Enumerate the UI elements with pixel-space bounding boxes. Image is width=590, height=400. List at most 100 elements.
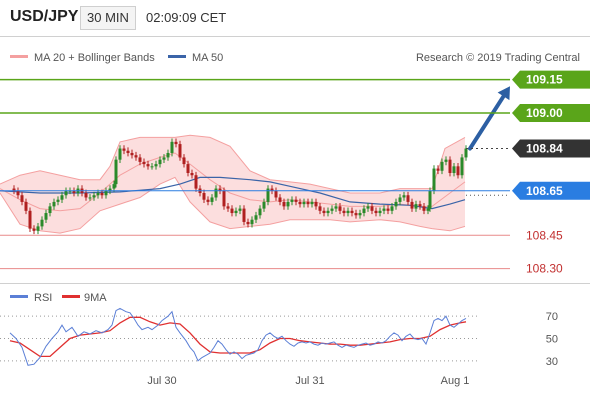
candle-body: [402, 195, 406, 198]
candle-body: [278, 197, 282, 202]
candle-body: [302, 201, 306, 205]
candle-body: [254, 215, 258, 220]
candle-body: [126, 150, 130, 153]
rsi-ma-legend-swatch: [62, 295, 80, 298]
candle-body: [182, 157, 186, 165]
candle-body: [40, 219, 44, 227]
candle-body: [398, 197, 402, 202]
candle-body: [432, 168, 436, 191]
level-label-108-30: 108.30: [526, 262, 563, 276]
candle-body: [386, 208, 390, 211]
candle-body: [346, 210, 350, 214]
candle-body: [96, 193, 100, 196]
candle-body: [362, 208, 366, 214]
candle-body: [464, 148, 468, 158]
candle-body: [100, 193, 104, 196]
candle-body: [290, 199, 294, 202]
ma50-legend-swatch: [168, 55, 186, 58]
candle-body: [154, 164, 158, 167]
candle-body: [28, 210, 32, 229]
level-tag-109-00: 109.00: [512, 103, 590, 122]
candle-body: [370, 206, 374, 211]
candle-body: [84, 193, 88, 198]
candle-body: [314, 201, 318, 207]
candle-body: [358, 213, 362, 216]
candle-body: [282, 201, 286, 207]
candle-body: [24, 201, 28, 211]
candle-body: [214, 188, 218, 198]
candle-body: [16, 190, 20, 196]
candle-body: [378, 210, 382, 214]
candle-body: [306, 201, 310, 205]
candle-body: [422, 206, 426, 211]
candle-body: [338, 206, 342, 211]
candle-body: [226, 206, 230, 209]
candle-body: [186, 164, 190, 173]
candle-body: [92, 195, 96, 198]
candle-body: [194, 175, 198, 189]
candle-body: [436, 168, 440, 171]
candle-body: [354, 213, 358, 216]
candle-body: [440, 161, 444, 171]
candle-body: [222, 190, 226, 207]
candle-body: [366, 206, 370, 209]
candle-body: [134, 155, 138, 158]
candle-body: [230, 208, 234, 214]
candle-body: [158, 159, 162, 165]
candle-body: [44, 213, 48, 220]
candle-body: [298, 201, 302, 205]
candle-body: [426, 208, 430, 211]
candle-body: [246, 221, 250, 225]
candle-body: [350, 210, 354, 214]
candle-body: [64, 190, 68, 196]
candle-body: [250, 219, 254, 225]
candle-body: [286, 201, 290, 207]
candle-body: [318, 206, 322, 211]
level-tag-text: 109.15: [526, 73, 563, 87]
candle-body: [56, 199, 60, 202]
candle-body: [382, 208, 386, 211]
candle-body: [428, 190, 432, 209]
rsi-ma-legend-label: 9MA: [84, 292, 107, 304]
level-tag-text: 108.65: [526, 184, 563, 198]
candle-body: [32, 228, 36, 231]
candle-body: [104, 190, 108, 196]
candle-body: [444, 159, 448, 162]
rsi-legend-swatch: [10, 295, 28, 298]
candle-body: [390, 206, 394, 211]
candle-body: [206, 199, 210, 202]
rsi-legend: RSI 9MA: [10, 292, 107, 304]
price-chart: MA 20 + Bollinger Bands MA 50 Research ©…: [0, 36, 590, 387]
candle-body: [234, 210, 238, 214]
candle-body: [262, 201, 266, 209]
price-plot: [0, 86, 510, 235]
candle-body: [36, 226, 40, 231]
bollinger-legend-label: MA 20 + Bollinger Bands: [34, 52, 155, 64]
candle-body: [410, 201, 414, 209]
level-label-108-45: 108.45: [526, 228, 563, 242]
rsi-ma-line: [9, 316, 467, 358]
rsi-tick-label-50: 50: [546, 334, 558, 346]
x-tick-label-aug1: Aug 1: [441, 375, 470, 387]
candle-body: [88, 197, 92, 199]
candle-body: [406, 195, 410, 202]
candle-body: [146, 164, 150, 167]
candle-body: [112, 184, 116, 189]
x-tick-label-jul30: Jul 30: [147, 375, 176, 387]
candle-body: [118, 148, 122, 160]
candle-body: [48, 206, 52, 214]
candle-body: [166, 152, 170, 158]
candle-body: [114, 159, 118, 185]
candle-body: [326, 210, 330, 214]
candle-body: [142, 161, 146, 165]
candle-body: [202, 193, 206, 200]
candle-body: [452, 166, 456, 173]
rsi-tick-label-30: 30: [546, 356, 558, 368]
candle-body: [274, 190, 278, 198]
candle-body: [334, 206, 338, 209]
candle-body: [448, 159, 452, 173]
main-legend: MA 20 + Bollinger Bands MA 50 Research ©…: [10, 52, 580, 64]
candle-body: [190, 173, 194, 176]
candle-body: [60, 195, 64, 200]
candle-body: [122, 148, 126, 151]
